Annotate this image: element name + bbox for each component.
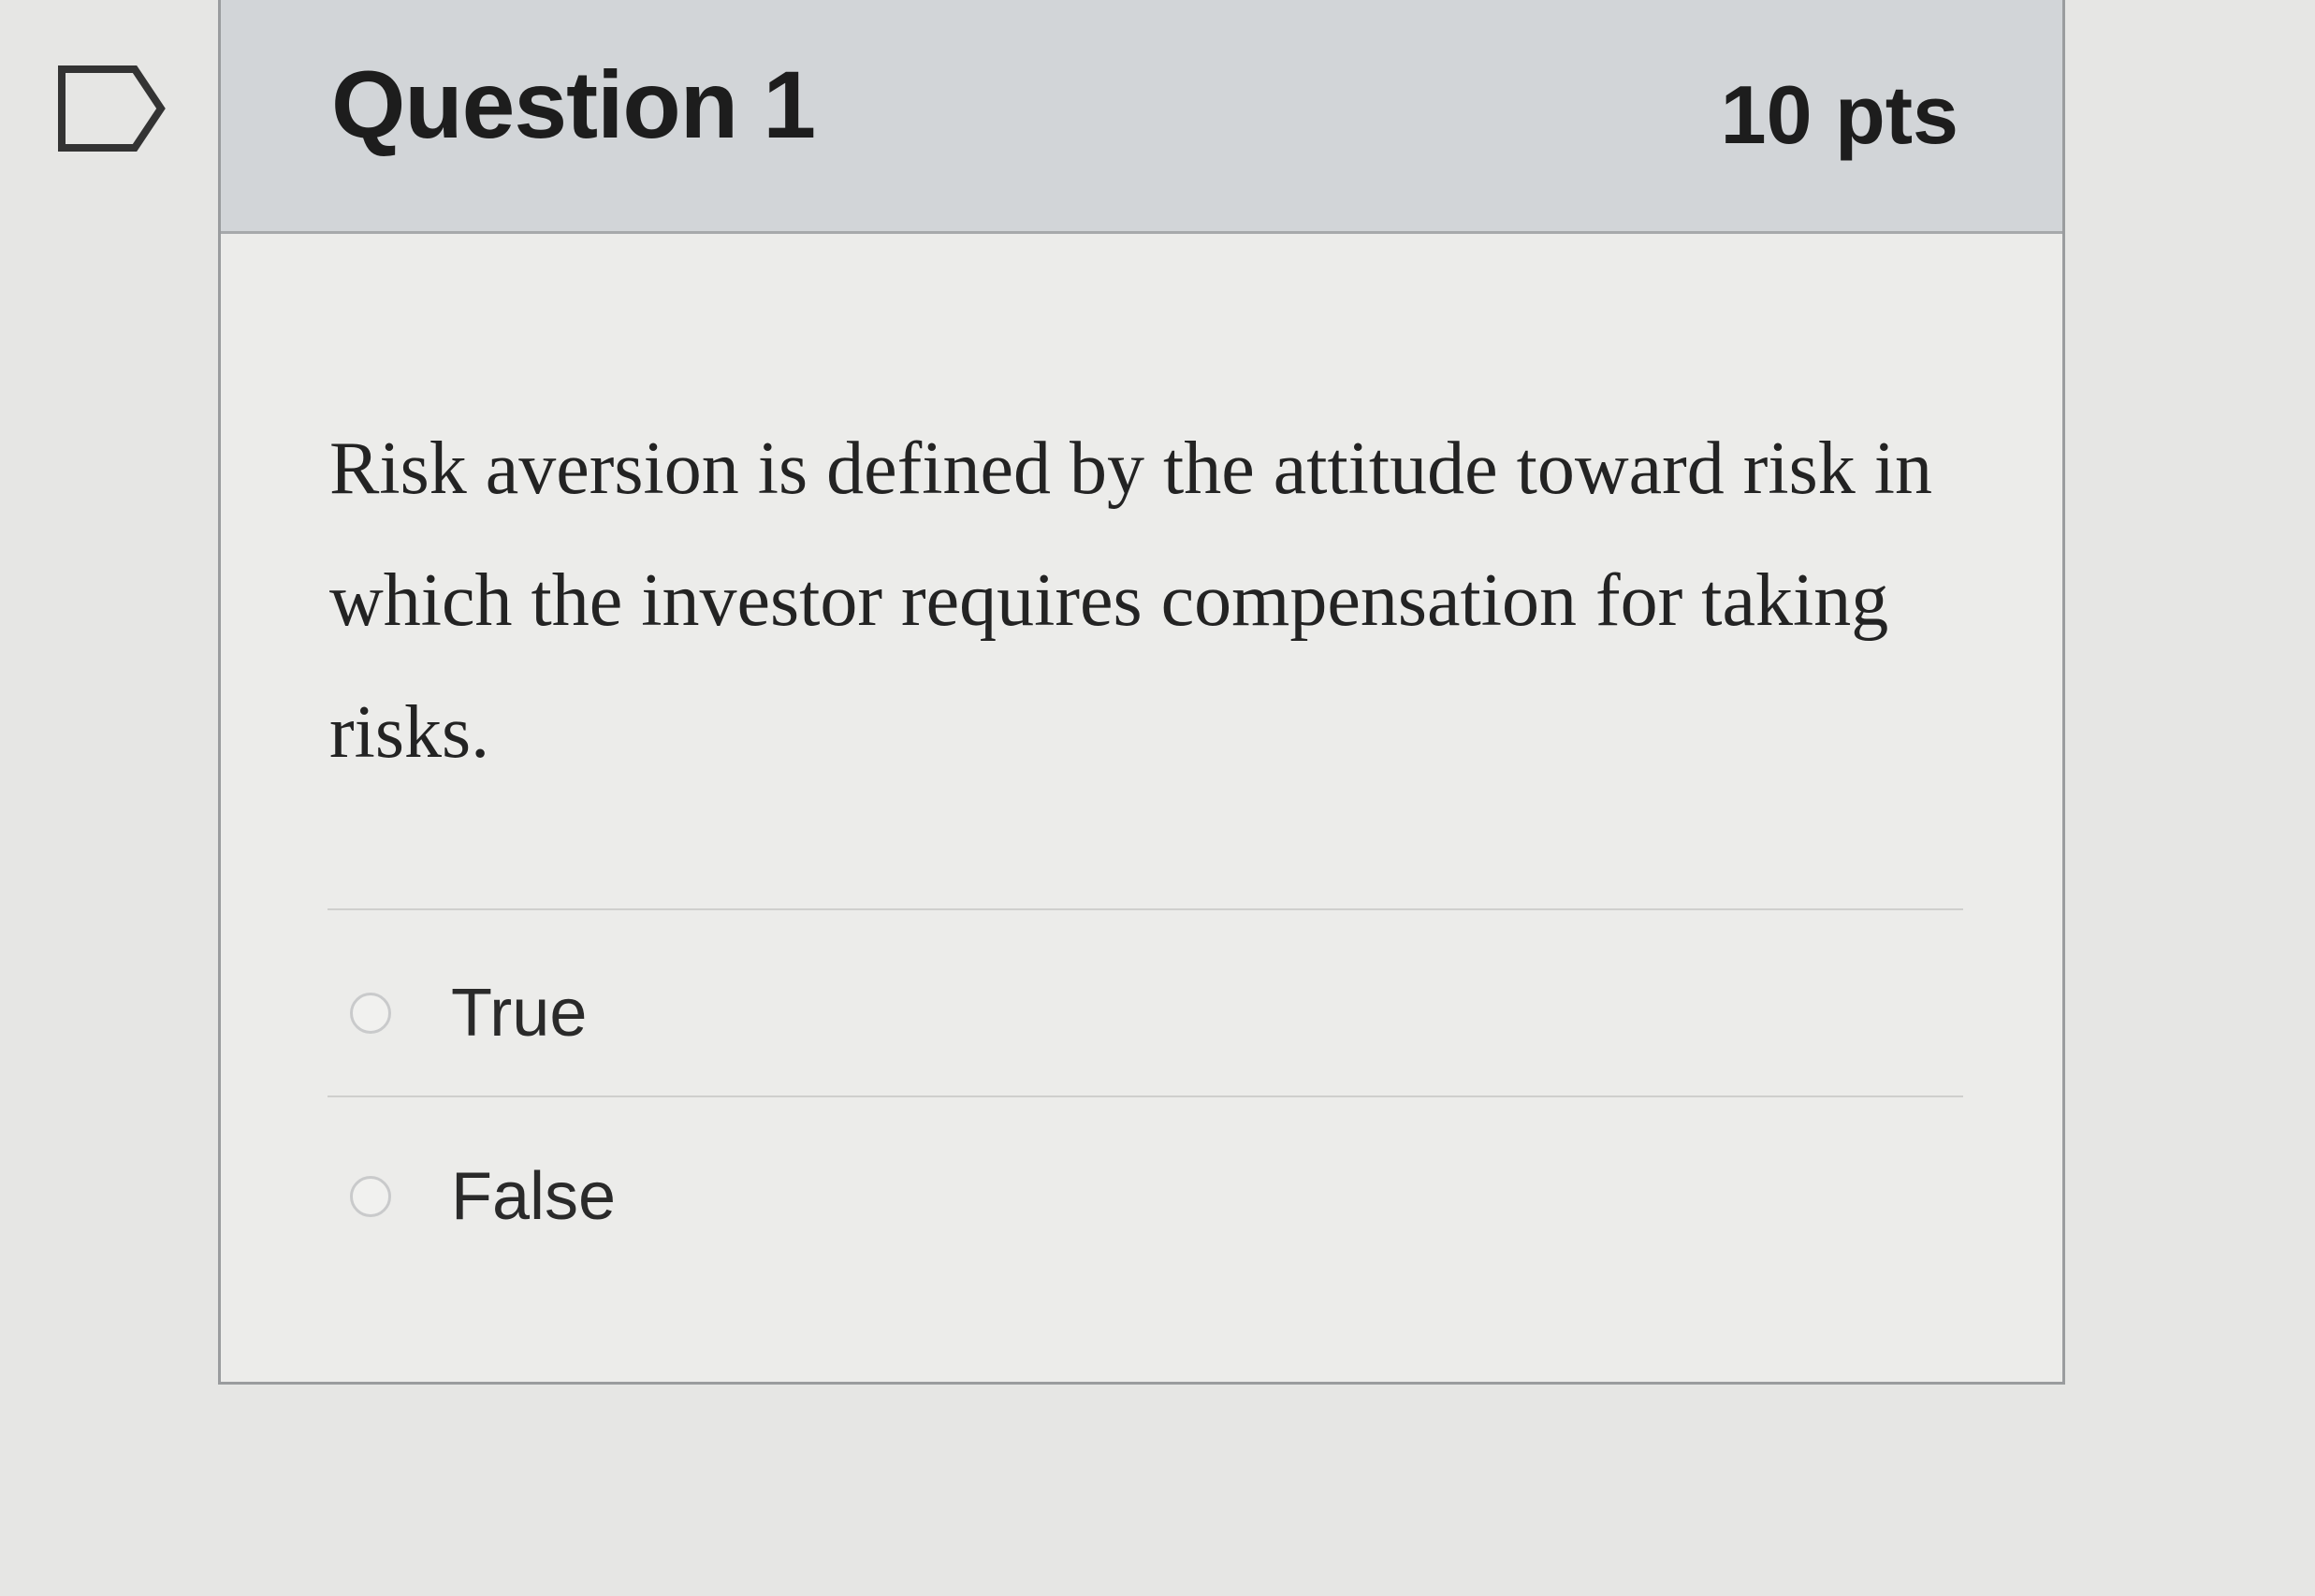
radio-button-true[interactable] (350, 993, 391, 1034)
flag-outline-icon[interactable] (56, 64, 168, 153)
question-card: Question 1 10 pts Risk aversion is defin… (218, 0, 2065, 1385)
answer-label-false[interactable]: False (451, 1163, 616, 1230)
question-title: Question 1 (331, 51, 816, 158)
question-points: 10 pts (1720, 68, 1958, 161)
answers-divider (328, 1095, 1963, 1097)
answer-label-true[interactable]: True (451, 979, 587, 1047)
question-header: Question 1 10 pts (221, 0, 2062, 234)
answer-option-false[interactable]: False (350, 1157, 1099, 1241)
answers-divider-top (328, 908, 1963, 910)
answer-option-true[interactable]: True (350, 974, 1099, 1058)
radio-button-false[interactable] (350, 1176, 391, 1217)
question-text: Risk aversion is defined by the attitude… (329, 428, 1933, 774)
